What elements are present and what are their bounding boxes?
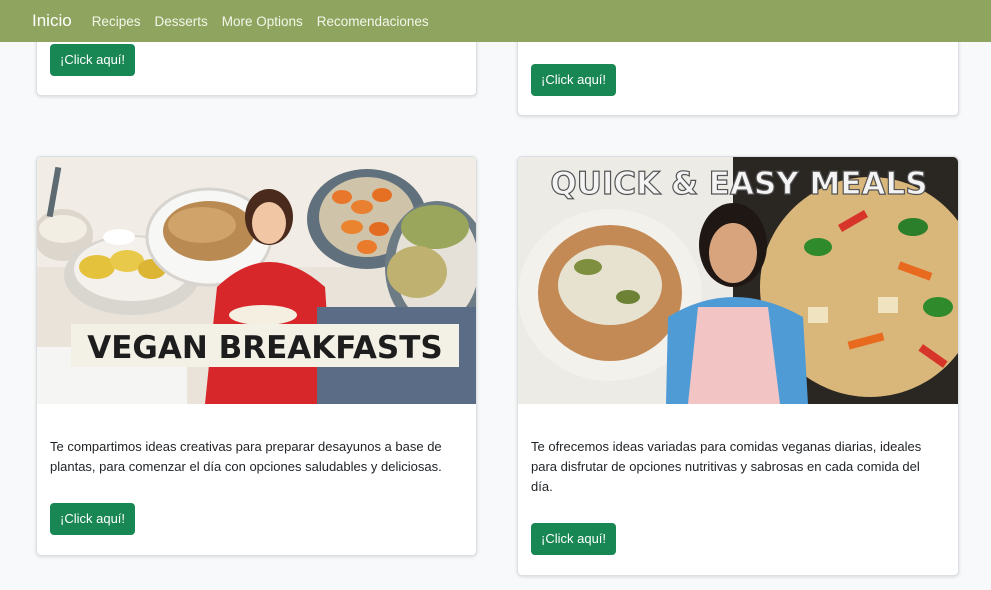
quick-easy-meals-overlay-text: QUICK & EASY MEALS [550,166,927,202]
card-click-button[interactable]: ¡Click aquí! [531,64,617,96]
nav-link-desserts[interactable]: Desserts [154,14,207,29]
card-description: Te compartimos ideas creativas para prep… [50,439,442,474]
recipe-card-quick-easy-meals: QUICK & EASY MEALS Te ofrecemos ideas va… [517,156,959,576]
card-click-button[interactable]: ¡Click aquí! [531,523,617,555]
recipe-card-vegan-breakfasts: VEGAN BREAKFASTS Te compartimos ideas cr… [36,156,477,556]
nav-brand-inicio[interactable]: Inicio [32,11,72,31]
vegan-breakfasts-overlay-text: VEGAN BREAKFASTS [87,330,442,366]
nav-link-recipes[interactable]: Recipes [92,14,141,29]
top-navbar: Inicio Recipes Desserts More Options Rec… [0,0,991,42]
quick-easy-meals-image[interactable]: QUICK & EASY MEALS [518,157,958,404]
card-click-button[interactable]: ¡Click aquí! [50,503,136,535]
card-description: Te ofrecemos ideas variadas para comidas… [531,439,922,494]
vegan-breakfasts-image[interactable]: VEGAN BREAKFASTS [37,157,476,404]
nav-link-more-options[interactable]: More Options [222,14,303,29]
nav-link-recomendaciones[interactable]: Recomendaciones [317,14,429,29]
card-click-button[interactable]: ¡Click aquí! [50,44,136,76]
